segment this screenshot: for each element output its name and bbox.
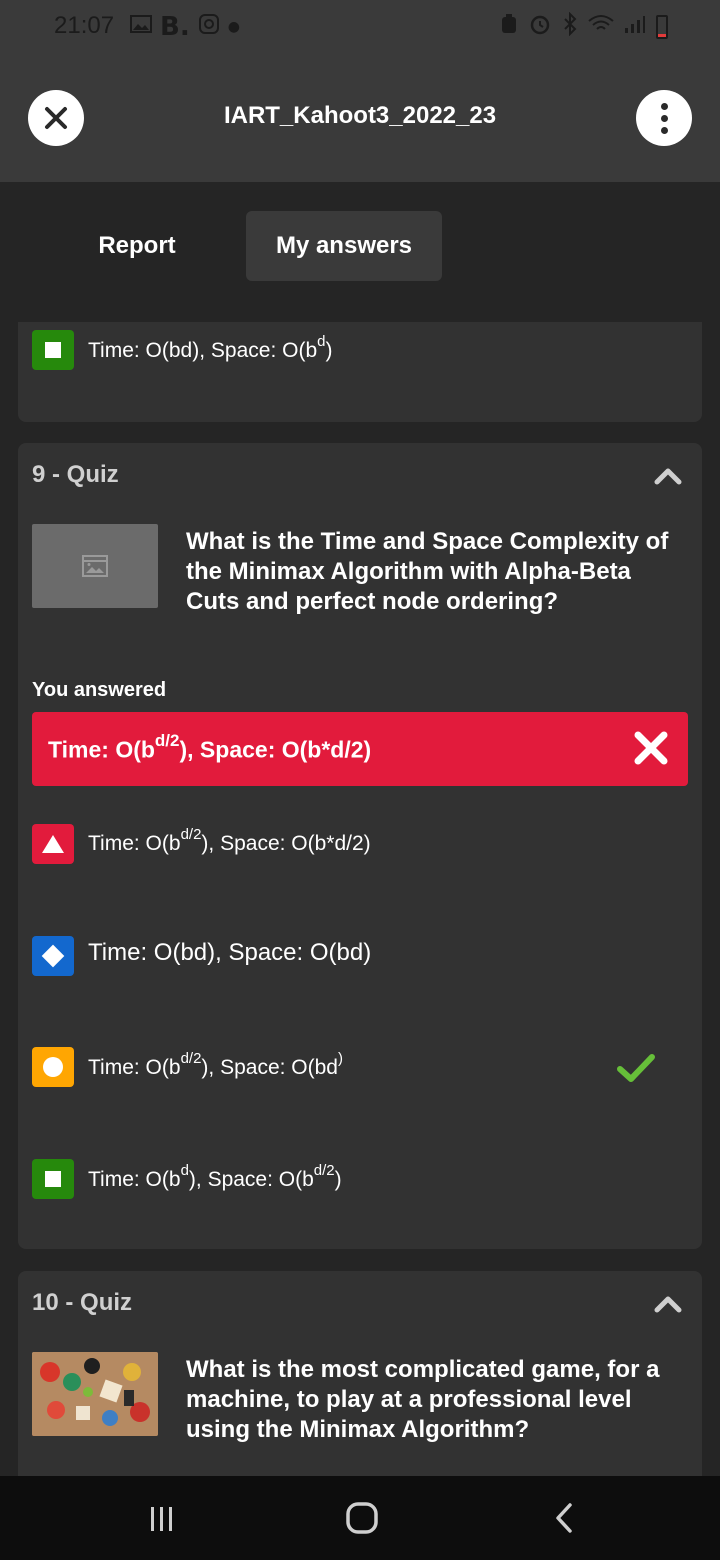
answer-shape-yellow [32,1047,74,1087]
signal-icon [624,14,646,39]
question-image-placeholder [32,524,158,608]
status-right-icons [500,11,668,41]
circle-icon [43,1057,63,1077]
answer-shape-red [32,824,74,864]
page-title: IART_Kahoot3_2022_23 [223,102,497,129]
home-icon [346,1502,378,1534]
gallery-icon [130,14,152,40]
answer-option-text: Time: O(bd), Space: O(bd/2) [88,1162,342,1191]
square-icon [45,1171,61,1187]
answer-option-text: Time: O(bd/2), Space: O(b*d/2) [88,826,371,855]
tab-bar: Report My answers [0,182,720,322]
question-text: What is the Time and Space Complexity of… [186,528,669,615]
question-card-9: 9 - Quiz What is the Time and Space Comp… [18,443,702,1249]
alarm-icon [528,12,552,41]
answers-list[interactable]: Time: O(bd), Space: O(bd) 9 - Quiz What … [0,322,720,1476]
instagram-icon [198,13,220,41]
question-card-10: 10 - Quiz What is the most complicated g… [18,1271,702,1476]
question-image [32,1352,158,1436]
answer-shape-green [32,1159,74,1199]
more-vertical-icon [660,102,668,134]
bluetooth-icon [562,11,578,41]
your-answer-text: Time: O(bd/2), Space: O(b*d/2) [48,731,372,763]
chevron-up-icon[interactable] [654,1295,682,1313]
board-games-photo [32,1352,158,1436]
answer-option-text: Time: O(bd), Space: O(bd) [88,333,333,362]
recents-button[interactable] [142,1500,182,1536]
back-icon [556,1503,572,1533]
answer-option-text: Time: O(bd/2), Space: O(bd) [88,1050,343,1079]
square-icon [45,342,61,358]
tab-report[interactable]: Report [66,211,208,281]
image-placeholder-icon [82,555,108,577]
question-text: What is the most complicated game, for a… [186,1356,660,1443]
question-header: 10 - Quiz [32,1289,133,1316]
triangle-icon [42,835,64,853]
battery-low-icon [656,14,668,39]
answer-shape-blue [32,936,74,976]
more-options-button[interactable] [636,90,692,146]
app-bar: IART_Kahoot3_2022_23 [0,56,720,182]
status-time: 21:07 [54,12,115,39]
question-header: 9 - Quiz [32,461,119,488]
dot-icon: ● [227,19,240,35]
you-answered-label: You answered [32,679,167,701]
nfc-icon [500,13,518,40]
incorrect-icon [634,731,668,765]
tab-my-answers[interactable]: My answers [246,211,442,281]
correct-check-icon [617,1054,655,1082]
diamond-icon [41,944,65,968]
recents-icon [151,1507,172,1531]
your-answer-bar: Time: O(bd/2), Space: O(b*d/2) [32,712,688,786]
home-button[interactable] [342,1500,382,1536]
b-app-icon: B. [160,12,190,42]
status-bar: 21:07 B. ● [0,0,720,56]
answer-shape-green [32,330,74,370]
back-button[interactable] [544,1500,584,1536]
wifi-icon [588,14,614,39]
system-nav-bar [0,1476,720,1560]
chevron-up-icon[interactable] [654,467,682,485]
status-left-icons: B. ● [130,12,240,42]
answer-option-text: Time: O(bd), Space: O(bd) [88,939,372,966]
question-card-8: Time: O(bd), Space: O(bd) [18,322,702,422]
